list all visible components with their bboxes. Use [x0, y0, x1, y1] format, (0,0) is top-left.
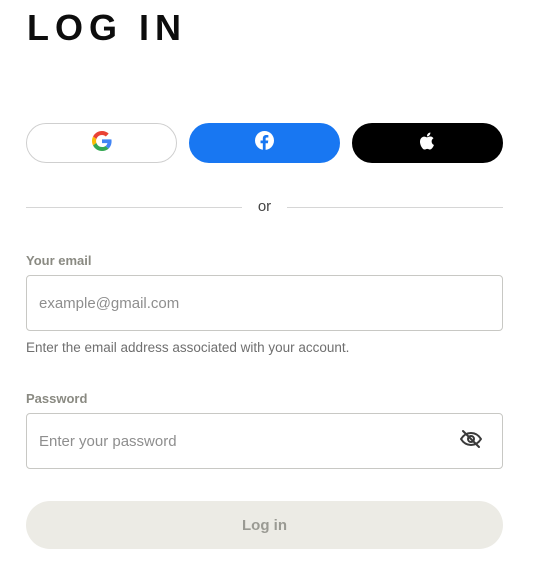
divider-text: or — [241, 197, 288, 217]
apple-login-button[interactable] — [352, 123, 503, 163]
facebook-login-button[interactable] — [189, 123, 340, 163]
facebook-icon — [255, 131, 274, 155]
apple-icon — [418, 130, 438, 157]
divider-line-right — [287, 206, 503, 208]
google-icon — [91, 130, 112, 156]
password-input[interactable] — [27, 414, 458, 468]
social-login-row — [26, 123, 503, 163]
password-label: Password — [26, 391, 88, 406]
google-login-button[interactable] — [26, 123, 177, 163]
email-field-box — [26, 275, 503, 331]
page-title: LOG IN — [27, 7, 187, 48]
eye-off-icon — [459, 427, 483, 456]
toggle-password-visibility-button[interactable] — [458, 428, 484, 454]
login-button[interactable]: Log in — [26, 501, 503, 549]
email-label: Your email — [26, 253, 92, 268]
email-helper-text: Enter the email address associated with … — [26, 340, 350, 355]
email-input[interactable] — [27, 276, 502, 330]
divider-line-left — [26, 206, 242, 208]
or-divider: or — [26, 197, 503, 217]
password-field-box — [26, 413, 503, 469]
